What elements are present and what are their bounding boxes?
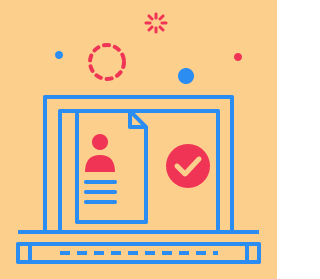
dot-icon (55, 51, 63, 59)
dot-icon (178, 68, 194, 84)
illustration (0, 0, 277, 279)
laptop-approval-illustration (0, 0, 277, 279)
dot-icon (234, 53, 242, 61)
background (0, 0, 277, 279)
checkmark-badge-icon (166, 144, 210, 188)
